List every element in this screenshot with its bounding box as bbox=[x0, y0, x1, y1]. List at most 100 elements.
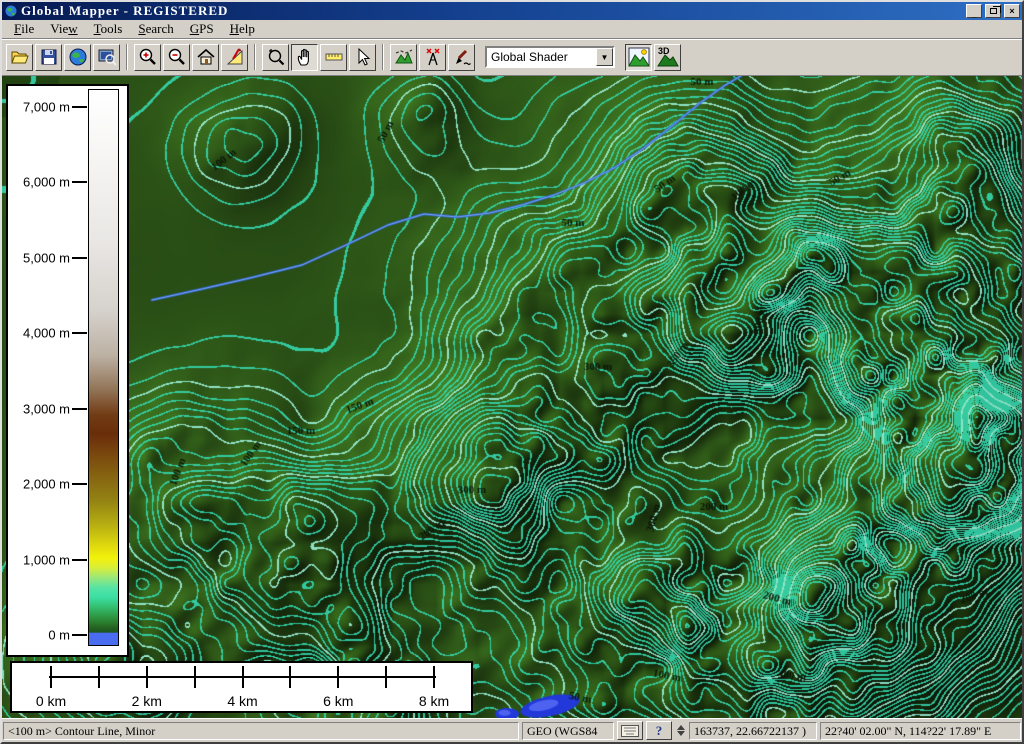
coordinate-measure-button[interactable] bbox=[221, 44, 248, 71]
show-images-button[interactable] bbox=[625, 44, 652, 71]
scale-label: 0 km bbox=[21, 693, 81, 709]
status-feature-text: <100 m> Contour Line, Minor bbox=[3, 722, 519, 740]
legend-tick-line bbox=[72, 559, 87, 561]
shader-combobox[interactable]: Global Shader ▼ bbox=[485, 46, 615, 68]
scale-label: 6 km bbox=[308, 693, 368, 709]
elevation-gradient-bar bbox=[88, 89, 119, 646]
elevation-legend: 7,000 m 6,000 m 5,000 m 4,000 m 3,000 m 2,000… bbox=[6, 84, 129, 657]
legend-tick-label: 0 m bbox=[10, 628, 70, 643]
scale-tick bbox=[385, 666, 387, 688]
close-button[interactable]: × bbox=[1004, 4, 1020, 18]
scale-tick bbox=[98, 666, 100, 688]
overlay-control-icon bbox=[97, 47, 117, 67]
measure-tool-icon bbox=[324, 47, 344, 67]
overlay-control-button[interactable] bbox=[93, 44, 120, 71]
menu-bar: FileViewToolsSearchGPSHelp bbox=[2, 20, 1022, 39]
legend-tick-line bbox=[72, 483, 87, 485]
measure-tool-button[interactable] bbox=[320, 44, 347, 71]
menu-item-view[interactable]: View bbox=[42, 20, 85, 39]
app-globe-icon bbox=[4, 4, 18, 18]
scale-tick bbox=[337, 666, 339, 688]
spin-up-icon[interactable] bbox=[677, 725, 685, 730]
legend-tick-line bbox=[72, 332, 87, 334]
save-icon bbox=[39, 47, 59, 67]
status-coordinates-xy: 163737, 22.66722137 ) bbox=[689, 722, 817, 740]
pan-tool-button[interactable] bbox=[291, 44, 318, 71]
show-images-icon bbox=[628, 46, 650, 68]
legend-tick-line bbox=[72, 408, 87, 410]
gps-tracking-icon bbox=[423, 47, 443, 67]
legend-tick-label: 1,000 m bbox=[10, 552, 70, 567]
legend-tick-line bbox=[72, 634, 87, 636]
legend-tick-label: 6,000 m bbox=[10, 175, 70, 190]
gps-tracking-button[interactable] bbox=[419, 44, 446, 71]
coordinate-format-button[interactable] bbox=[617, 721, 643, 740]
scale-tick bbox=[194, 666, 196, 688]
download-online-data-icon bbox=[68, 47, 88, 67]
toolbar-separator bbox=[126, 44, 128, 70]
feature-info-tool-button[interactable] bbox=[349, 44, 376, 71]
feature-info-tool-icon bbox=[353, 47, 373, 67]
pan-tool-icon bbox=[295, 47, 315, 67]
full-view-button[interactable] bbox=[192, 44, 219, 71]
menu-item-gps[interactable]: GPS bbox=[182, 20, 222, 39]
legend-tick-label: 4,000 m bbox=[10, 326, 70, 341]
zoom-in-icon bbox=[138, 47, 158, 67]
toolbar-separator bbox=[254, 44, 256, 70]
toolbar: Global Shader ▼ 3D bbox=[2, 39, 1022, 76]
zoom-out-button[interactable] bbox=[163, 44, 190, 71]
menu-item-tools[interactable]: Tools bbox=[86, 20, 131, 39]
legend-tick-label: 3,000 m bbox=[10, 401, 70, 416]
menu-item-search[interactable]: Search bbox=[130, 20, 181, 39]
scale-tick bbox=[50, 666, 52, 688]
legend-tick-line bbox=[72, 257, 87, 259]
open-file-button[interactable] bbox=[6, 44, 33, 71]
menu-item-help[interactable]: Help bbox=[222, 20, 263, 39]
scale-tick bbox=[433, 666, 435, 688]
legend-tick-line bbox=[72, 181, 87, 183]
shader-combobox-value: Global Shader bbox=[487, 50, 596, 64]
title-bar[interactable]: Global Mapper - REGISTERED _ × bbox=[2, 2, 1022, 20]
download-online-data-button[interactable] bbox=[64, 44, 91, 71]
zoom-out-icon bbox=[167, 47, 187, 67]
save-button[interactable] bbox=[35, 44, 62, 71]
status-spinner[interactable] bbox=[675, 725, 686, 736]
status-projection-text: GEO (WGS84 bbox=[522, 722, 614, 740]
scale-tick bbox=[146, 666, 148, 688]
legend-tick-label: 7,000 m bbox=[10, 99, 70, 114]
path-profile-icon bbox=[394, 47, 414, 67]
3d-view-button[interactable]: 3D bbox=[654, 44, 681, 71]
zoom-tool-button[interactable] bbox=[262, 44, 289, 71]
map-canvas[interactable] bbox=[2, 76, 1024, 718]
digitizer-tool-icon bbox=[452, 47, 472, 67]
restore-button[interactable] bbox=[985, 4, 1001, 18]
question-mark-icon: ? bbox=[656, 723, 663, 739]
full-view-icon bbox=[196, 47, 216, 67]
digitizer-tool-button[interactable] bbox=[448, 44, 475, 71]
app-window: Global Mapper - REGISTERED _ × FileViewT… bbox=[0, 0, 1024, 744]
legend-tick-label: 5,000 m bbox=[10, 250, 70, 265]
zoom-tool-icon bbox=[266, 47, 286, 67]
spin-down-icon[interactable] bbox=[677, 731, 685, 736]
window-title: Global Mapper - REGISTERED bbox=[21, 2, 963, 20]
scale-label: 2 km bbox=[117, 693, 177, 709]
zoom-in-button[interactable] bbox=[134, 44, 161, 71]
status-bar: <100 m> Contour Line, Minor GEO (WGS84 ?… bbox=[2, 718, 1022, 742]
menu-item-file[interactable]: File bbox=[6, 20, 42, 39]
legend-tick-label: 2,000 m bbox=[10, 477, 70, 492]
chevron-down-icon[interactable]: ▼ bbox=[596, 48, 613, 66]
scale-tick bbox=[242, 666, 244, 688]
path-profile-button[interactable] bbox=[390, 44, 417, 71]
open-file-icon bbox=[10, 47, 30, 67]
scale-label: 4 km bbox=[213, 693, 273, 709]
minimize-button[interactable]: _ bbox=[966, 4, 982, 18]
scale-label: 8 km bbox=[404, 693, 464, 709]
legend-tick-line bbox=[72, 106, 87, 108]
map-viewport: 7,000 m 6,000 m 5,000 m 4,000 m 3,000 m 2,000… bbox=[2, 76, 1024, 718]
distance-scale-bar: 0 km 2 km 4 km 6 km 8 km bbox=[10, 661, 473, 713]
help-button[interactable]: ? bbox=[646, 721, 672, 740]
coordinate-measure-icon bbox=[225, 47, 245, 67]
toolbar-separator bbox=[382, 44, 384, 70]
3d-view-label: 3D bbox=[658, 46, 670, 56]
scale-tick bbox=[289, 666, 291, 688]
